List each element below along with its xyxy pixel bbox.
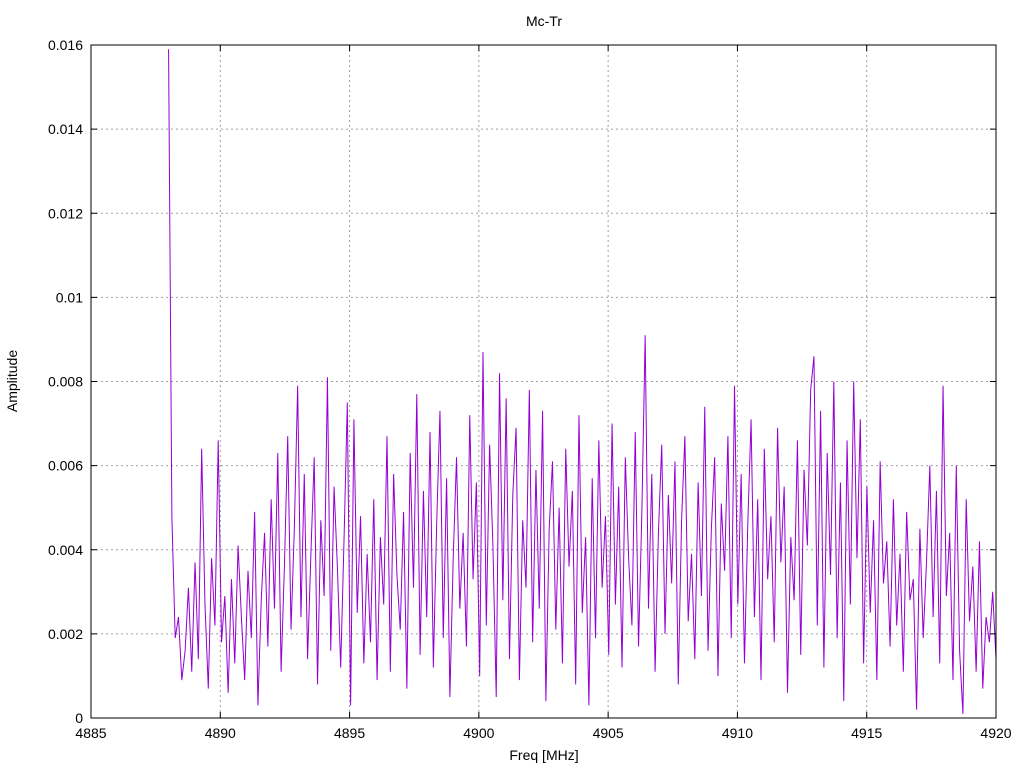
y-tick-label: 0.016: [48, 37, 83, 53]
chart-title: Mc-Tr: [526, 13, 562, 29]
y-tick-label: 0.006: [48, 458, 83, 474]
grid: [91, 45, 996, 718]
y-tick-label: 0.014: [48, 121, 83, 137]
x-tick-label: 4920: [980, 725, 1011, 741]
x-tick-label: 4910: [722, 725, 753, 741]
y-tick-label: 0: [75, 710, 83, 726]
y-tick-label: 0.01: [56, 289, 83, 305]
y-tick-label: 0.008: [48, 374, 83, 390]
x-tick-label: 4905: [593, 725, 624, 741]
y-axis-label: Amplitude: [4, 350, 20, 412]
y-tick-label: 0.004: [48, 542, 83, 558]
x-axis-label: Freq [MHz]: [509, 747, 578, 763]
x-tick-label: 4895: [334, 725, 365, 741]
y-tick-label: 0.012: [48, 205, 83, 221]
x-tick-label: 4890: [205, 725, 236, 741]
chart: 4885 4890 4895 4900 4905 4910 4915 4920 0 0.002 0.…: [4, 13, 1012, 763]
y-tick-label: 0.002: [48, 626, 83, 642]
x-tick-label: 4900: [463, 725, 494, 741]
x-tick-label: 4915: [851, 725, 882, 741]
x-tick-label: 4885: [75, 725, 106, 741]
